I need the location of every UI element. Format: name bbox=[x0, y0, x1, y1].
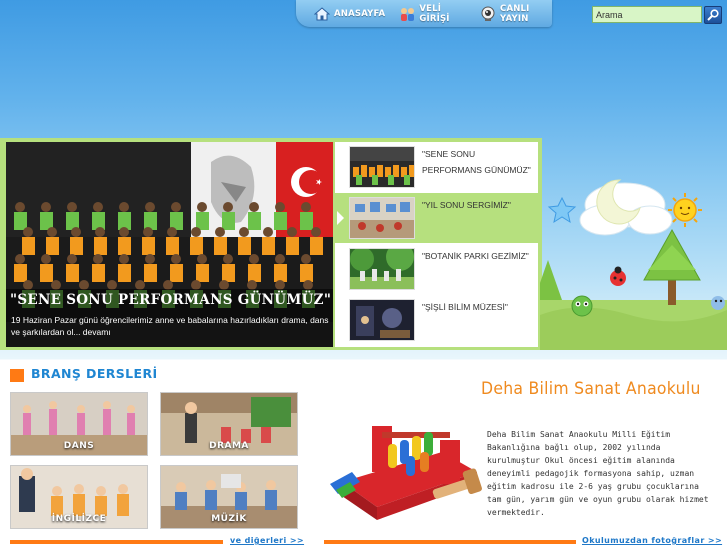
branch-card-drama[interactable]: DRAMA bbox=[160, 392, 298, 456]
house-icon bbox=[313, 6, 331, 22]
slider-item-performance[interactable]: "SENE SONU PERFORMANS GÜNÜMÜZ" bbox=[335, 142, 538, 192]
slider-item-label: "BOTANİK PARKI GEZİMİZ" bbox=[422, 251, 529, 261]
nav-home[interactable]: ANASAYFA bbox=[313, 6, 386, 22]
sun-icon bbox=[668, 193, 702, 227]
nav-live-stream[interactable]: CANLI YAYIN bbox=[480, 4, 552, 24]
branch-lessons-title: BRANŞ DERSLERİ bbox=[31, 366, 158, 381]
slider-item-exhibition[interactable]: "YIL SONU SERGİMİZ" bbox=[335, 193, 538, 243]
nav-parent-login[interactable]: VELİ GİRİŞİ bbox=[399, 4, 466, 24]
slider-caption-title[interactable]: "SENE SONU PERFORMANS GÜNÜMÜZ" bbox=[10, 292, 331, 308]
slider-caption-text[interactable]: 19 Haziran Pazar günü öğrencilerimiz ann… bbox=[11, 314, 331, 338]
webcam-icon bbox=[480, 6, 496, 22]
nav-live-stream-label: CANLI YAYIN bbox=[500, 3, 530, 24]
wooden-toy-image bbox=[330, 426, 482, 520]
thumbnail-science-museum bbox=[349, 299, 415, 341]
slider-item-label: "ŞİŞLİ BİLİM MÜZESİ" bbox=[422, 302, 508, 312]
branch-footer-bar bbox=[10, 540, 223, 544]
school-description: Deha Bilim Sanat Anaokulu Milli Eğitim B… bbox=[487, 430, 709, 517]
thumbnail-performance bbox=[349, 146, 415, 188]
branch-card-dance[interactable]: DANS bbox=[10, 392, 148, 456]
decoration-illustration bbox=[540, 179, 727, 350]
slider-item-label: "YIL SONU SERGİMİZ" bbox=[422, 200, 511, 210]
thumbnail-botanic bbox=[349, 248, 415, 290]
branch-card-music[interactable]: MÜZİK bbox=[160, 465, 298, 529]
top-navigation: ANASAYFA VELİ GİRİŞİ CANLI YAYIN bbox=[296, 0, 552, 27]
ladybug-icon bbox=[610, 266, 626, 286]
blue-creature-icon bbox=[711, 296, 725, 310]
main-slider-photo[interactable]: "SENE SONU PERFORMANS GÜNÜMÜZ" 19 Hazira… bbox=[6, 142, 333, 347]
school-title: Deha Bilim Sanat Anaokulu bbox=[481, 379, 701, 399]
branch-card-label: DANS bbox=[63, 441, 95, 451]
tree-icon bbox=[643, 228, 701, 305]
cloud-icon bbox=[579, 182, 673, 236]
section-marker bbox=[10, 369, 24, 382]
branch-card-label: DRAMA bbox=[209, 441, 249, 451]
news-slider: "SENE SONU PERFORMANS GÜNÜMÜZ" 19 Hazira… bbox=[0, 138, 542, 350]
more-branches-link[interactable]: ve diğerleri >> bbox=[230, 536, 304, 545]
search-icon bbox=[707, 9, 719, 21]
nav-parent-login-label: VELİ GİRİŞİ bbox=[419, 3, 450, 24]
branch-card-label: MÜZİK bbox=[211, 514, 247, 524]
nav-home-label: ANASAYFA bbox=[334, 8, 386, 19]
parents-icon bbox=[399, 6, 415, 22]
star-icon bbox=[547, 196, 577, 224]
search-button[interactable] bbox=[704, 6, 722, 24]
school-photos-link[interactable]: Okulumuzdan fotoğraflar >> bbox=[582, 536, 722, 545]
active-arrow-icon bbox=[337, 211, 344, 225]
slider-thumbnail-list: "SENE SONU PERFORMANS GÜNÜMÜZ" "YIL SONU… bbox=[335, 142, 538, 347]
search-input[interactable] bbox=[592, 6, 702, 23]
slider-item-science-museum[interactable]: "ŞİŞLİ BİLİM MÜZESİ" bbox=[335, 295, 538, 345]
slider-item-label: "SENE SONU PERFORMANS GÜNÜMÜZ" bbox=[422, 149, 531, 175]
slider-item-botanic[interactable]: "BOTANİK PARKI GEZİMİZ" bbox=[335, 244, 538, 294]
thumbnail-exhibition bbox=[349, 197, 415, 239]
school-footer-bar bbox=[324, 540, 576, 544]
branch-card-label: İNGİLİZCE bbox=[51, 514, 107, 524]
branch-card-english[interactable]: İNGİLİZCE bbox=[10, 465, 148, 529]
bug-icon bbox=[571, 295, 593, 317]
